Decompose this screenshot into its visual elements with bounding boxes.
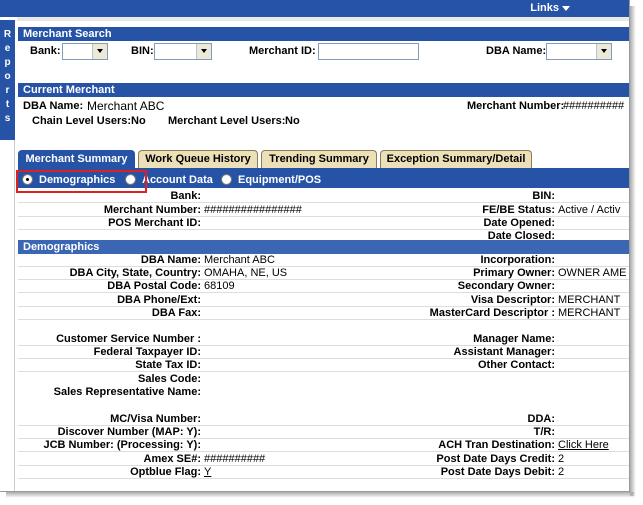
reports-side-tab[interactable]: R e p o r t s bbox=[0, 20, 15, 140]
row-divider bbox=[18, 202, 629, 203]
pos-merchant-id-label: POS Merchant ID: bbox=[108, 217, 201, 229]
demographics-field-value: OMAHA, NE, US bbox=[204, 267, 288, 280]
demographics-field-label: Sales Code: bbox=[138, 372, 201, 385]
row-divider bbox=[18, 371, 629, 373]
current-dba-value: Merchant ABC bbox=[87, 99, 165, 113]
bank-select[interactable] bbox=[62, 43, 108, 60]
current-merchant-number-value: ########## bbox=[563, 100, 625, 112]
demographics-field-label: DBA Fax: bbox=[151, 306, 201, 319]
radio-equipment-pos-label[interactable]: Equipment/POS bbox=[238, 174, 321, 186]
demographics-field-label: Federal Taxpayer ID: bbox=[93, 346, 201, 359]
demographics-field-label: DBA City, State, Country: bbox=[69, 267, 201, 280]
demographics-field-label: T/R: bbox=[533, 426, 555, 439]
demographics-field-label: Customer Service Number : bbox=[56, 333, 201, 345]
chevron-down-icon bbox=[562, 5, 570, 11]
links-menu-label: Links bbox=[530, 2, 559, 14]
application-window: Links R e p o r t s Merchant Search Bank… bbox=[0, 0, 630, 492]
radio-account-data-label[interactable]: Account Data bbox=[142, 174, 213, 186]
demographics-header: Demographics bbox=[18, 240, 629, 254]
chain-users-value: No bbox=[131, 115, 146, 127]
demographics-field-label: MC/Visa Number: bbox=[110, 413, 201, 425]
demographics-field-label: Amex SE#: bbox=[143, 452, 201, 465]
merchant-users-value: No bbox=[285, 115, 300, 127]
demographics-field-value: MERCHANT bbox=[558, 306, 621, 319]
summary-merchant-number-value: ################ bbox=[204, 204, 302, 216]
demographics-field-label: Secondary Owner: bbox=[457, 280, 555, 293]
demographics-field-value: 68109 bbox=[204, 280, 235, 293]
date-opened-label: Date Opened: bbox=[483, 217, 555, 229]
dropdown-arrow-icon bbox=[92, 44, 107, 59]
tab-trending-summary[interactable]: Trending Summary bbox=[261, 150, 377, 168]
chain-users-label: Chain Level Users: bbox=[32, 115, 132, 127]
summary-bank-label: Bank: bbox=[170, 190, 201, 202]
demographics-field-label: Discover Number (MAP: Y): bbox=[57, 426, 201, 439]
demographics-field-label: JCB Number: (Processing: Y): bbox=[43, 439, 202, 452]
febe-status-value: Active / Activ bbox=[558, 204, 621, 216]
current-dba-label: DBA Name: bbox=[23, 100, 84, 112]
demographics-field-label: Post Date Days Debit: bbox=[440, 465, 555, 478]
bin-label: BIN: bbox=[131, 45, 154, 57]
links-menu[interactable]: Links bbox=[530, 2, 570, 14]
demographics-field-label: Assistant Manager: bbox=[453, 346, 555, 359]
bank-label: Bank: bbox=[30, 45, 61, 57]
demographics-field-label: Manager Name: bbox=[473, 333, 555, 345]
reports-letter: R bbox=[3, 29, 12, 40]
window-shadow-bottom bbox=[6, 492, 634, 498]
summary-merchant-number-label: Merchant Number: bbox=[103, 204, 201, 216]
top-divider bbox=[17, 17, 629, 21]
demographics-field-label: Optblue Flag: bbox=[130, 465, 201, 478]
tab-work-queue-history[interactable]: Work Queue History bbox=[138, 150, 258, 168]
demographics-field-label: Primary Owner: bbox=[473, 267, 555, 280]
demographics-field-value: ########## bbox=[204, 452, 266, 465]
tab-merchant-summary[interactable]: Merchant Summary bbox=[18, 150, 135, 168]
demographics-field-value[interactable]: Click Here bbox=[558, 439, 609, 451]
demographics-field-label: DDA: bbox=[527, 413, 556, 425]
dba-name-label: DBA Name: bbox=[486, 45, 547, 57]
tab-exception-summary[interactable]: Exception Summary/Detail bbox=[380, 150, 532, 168]
reports-letter: p bbox=[4, 57, 11, 68]
dropdown-arrow-icon bbox=[196, 44, 211, 59]
window-shadow-right bbox=[630, 6, 636, 496]
reports-letter: r bbox=[5, 85, 10, 96]
merchant-users-label: Merchant Level Users: bbox=[168, 115, 286, 127]
demographics-field-label: Visa Descriptor: bbox=[470, 293, 555, 306]
reports-letter: s bbox=[4, 113, 11, 124]
reports-letter: o bbox=[4, 71, 11, 82]
row-divider bbox=[18, 318, 629, 320]
demographics-field-value[interactable]: Y bbox=[204, 466, 211, 478]
reports-letter: e bbox=[4, 43, 11, 54]
demographics-field-label: ACH Tran Destination: bbox=[438, 439, 555, 452]
demographics-field-value: 2 bbox=[558, 452, 565, 465]
merchant-id-input[interactable] bbox=[318, 43, 419, 60]
merchant-id-label: Merchant ID: bbox=[249, 45, 316, 57]
merchant-search-header: Merchant Search bbox=[18, 27, 629, 41]
summary-bin-label: BIN: bbox=[532, 190, 555, 202]
current-merchant-number-label: Merchant Number: bbox=[467, 100, 565, 112]
demographics-field-label: DBA Name: bbox=[140, 254, 201, 266]
demographics-field-label: State Tax ID: bbox=[135, 359, 201, 372]
demographics-field-value: Merchant ABC bbox=[204, 254, 275, 266]
demographics-field-value: OWNER AME bbox=[558, 267, 627, 280]
radio-equipment-pos[interactable] bbox=[221, 174, 232, 185]
demographics-field-label: DBA Postal Code: bbox=[107, 280, 201, 293]
current-merchant-header: Current Merchant bbox=[18, 83, 629, 97]
demographics-field-label: Sales Representative Name: bbox=[53, 385, 201, 398]
demographics-field-label: Other Contact: bbox=[478, 359, 555, 372]
demographics-field-label: Incorporation: bbox=[480, 254, 555, 266]
demographics-field-value: 2 bbox=[558, 465, 565, 478]
febe-status-label: FE/BE Status: bbox=[482, 204, 555, 216]
demographics-field-label: DBA Phone/Ext: bbox=[117, 293, 201, 306]
demographics-field-label: MasterCard Descriptor : bbox=[429, 306, 555, 319]
dba-name-select[interactable] bbox=[546, 43, 612, 60]
row-divider bbox=[18, 477, 629, 479]
dropdown-arrow-icon bbox=[596, 44, 611, 59]
demographics-field-label: Post Date Days Credit: bbox=[436, 452, 555, 465]
top-nav-bar: Links bbox=[0, 0, 629, 17]
reports-letter: t bbox=[5, 99, 10, 110]
demographics-field-value: MERCHANT bbox=[558, 293, 621, 306]
bin-select[interactable] bbox=[154, 43, 212, 60]
